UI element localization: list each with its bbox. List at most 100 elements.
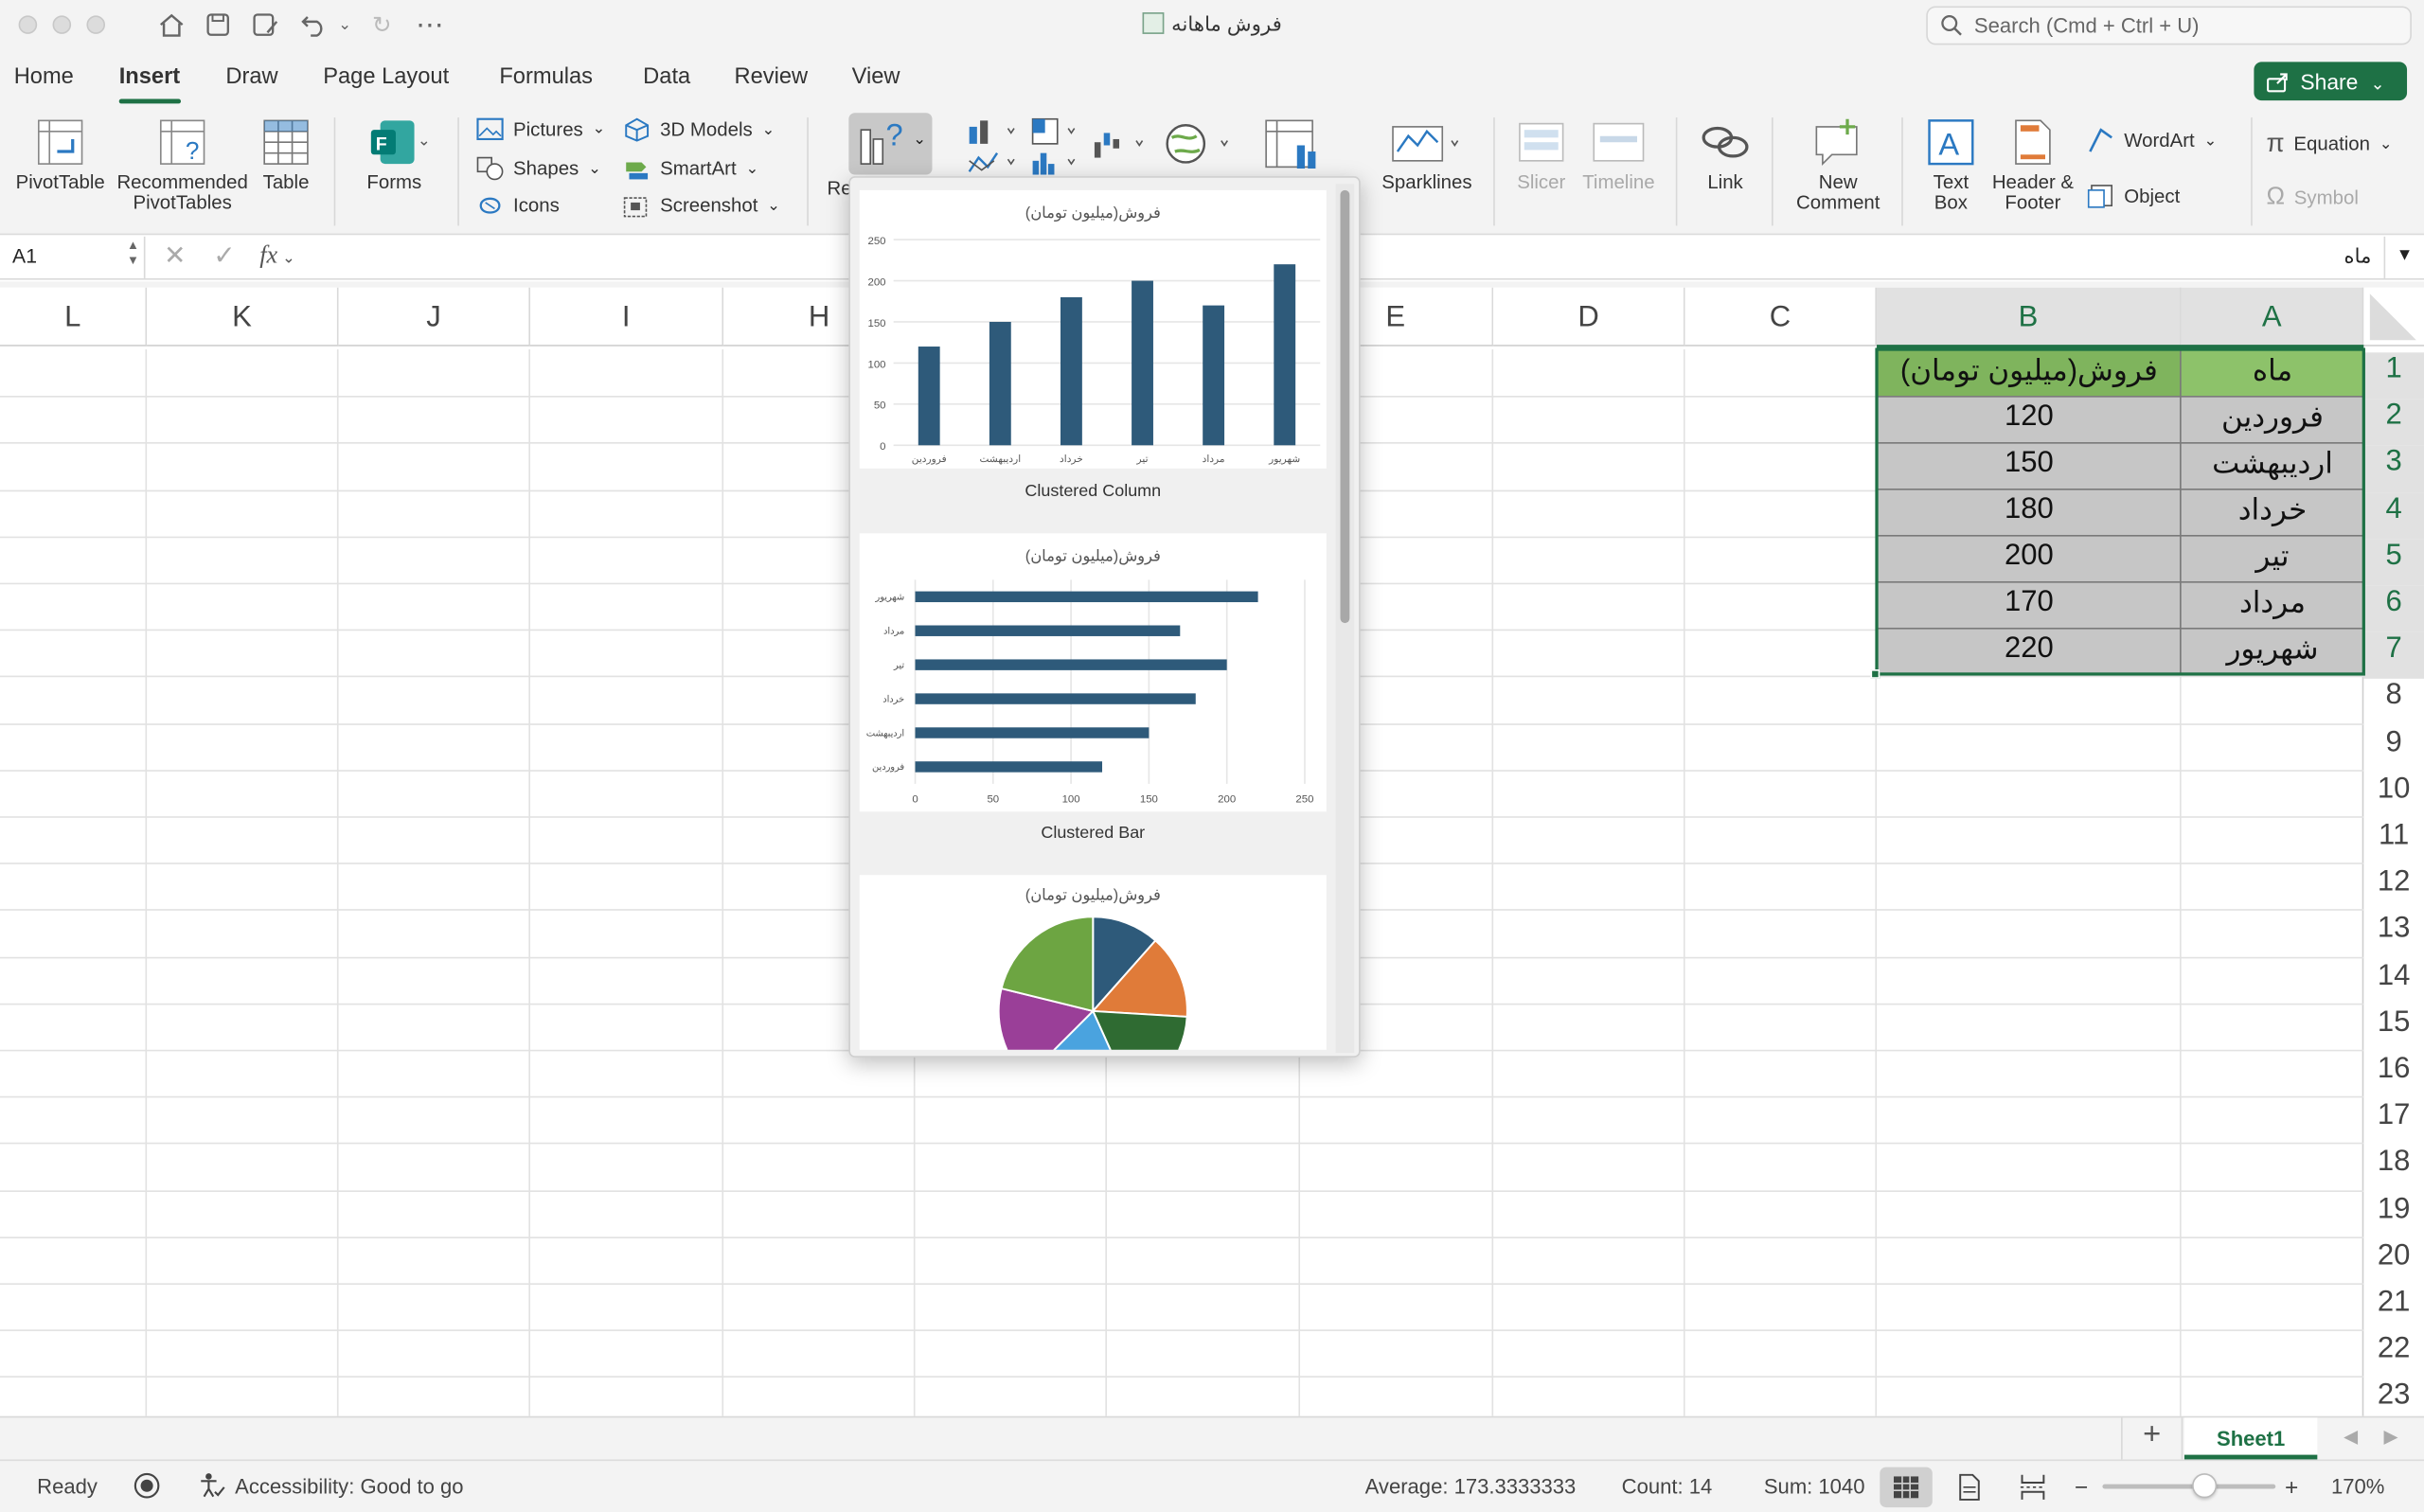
new-comment-button[interactable]: New Comment <box>1791 117 1886 213</box>
zoom-out-button[interactable]: − <box>2075 1475 2088 1502</box>
tab-home[interactable]: Home <box>14 65 74 90</box>
zoom-slider-track[interactable] <box>2102 1484 2276 1489</box>
clustered-bar-chart: فروش(میلیون تومان) 0 50 100 150 200 250 فروردین… <box>866 548 1314 806</box>
gallery-scrollbar[interactable] <box>1335 184 1355 1054</box>
sheet-tab-sheet1[interactable]: Sheet1 <box>2183 1417 2318 1460</box>
forms-button[interactable]: F Forms <box>352 117 436 193</box>
share-button[interactable]: Share ⌄ <box>2254 62 2408 101</box>
enter-icon[interactable]: ✓ <box>213 241 235 273</box>
column-header-c[interactable]: C <box>1684 287 1878 347</box>
pictures-button[interactable]: Pictures ⌄ <box>476 117 605 141</box>
tab-data[interactable]: Data <box>643 65 690 90</box>
row-header-8[interactable]: 8 <box>2363 679 2424 725</box>
object-button[interactable]: Object <box>2087 184 2180 208</box>
name-box[interactable]: A1 ▲ ▼ <box>0 236 146 278</box>
pivotchart-button[interactable] <box>1263 117 1322 181</box>
row-header-6[interactable]: 6 <box>2363 585 2424 633</box>
scroll-left-icon[interactable]: ◀ <box>2344 1426 2358 1448</box>
accessibility-status[interactable]: Accessibility: Good to go <box>235 1475 463 1498</box>
y-tick-label: 50 <box>874 400 886 412</box>
normal-view-button[interactable] <box>1880 1467 1933 1508</box>
add-sheet-button[interactable]: + <box>2120 1417 2183 1460</box>
bar <box>915 761 1103 773</box>
tab-insert[interactable]: Insert <box>118 65 180 104</box>
row-header-19[interactable]: 19 <box>2363 1193 2424 1239</box>
recommended-pivottables-button[interactable]: ? Recommended PivotTables <box>115 117 251 213</box>
forms-dropdown-chevron-icon[interactable]: ⌄ <box>418 133 431 150</box>
cancel-icon[interactable]: ✕ <box>164 241 186 273</box>
gallery-scrollbar-thumb[interactable] <box>1340 189 1350 624</box>
recommended-charts-button[interactable]: ? ⌄ <box>848 113 933 175</box>
column-header-l[interactable]: L <box>0 287 148 347</box>
share-label: Share <box>2300 69 2359 95</box>
column-header-k[interactable]: K <box>147 287 339 347</box>
name-box-stepper-icon[interactable]: ▲ ▼ <box>127 238 139 269</box>
screenshot-button[interactable]: Screenshot ⌄ <box>623 193 780 218</box>
pivottable-label: PivotTable <box>15 171 105 194</box>
text-box-button[interactable]: A Text Box <box>1920 117 1982 213</box>
maps-chart-button[interactable] <box>1163 120 1237 174</box>
pivottable-button[interactable]: PivotTable <box>12 117 108 193</box>
row-header-14[interactable]: 14 <box>2363 959 2424 1005</box>
row-header-9[interactable]: 9 <box>2363 726 2424 773</box>
zoom-in-button[interactable]: + <box>2285 1475 2298 1502</box>
clustered-bar-thumbnail[interactable]: فروش(میلیون تومان) 0 50 100 150 200 250 فروردین… <box>859 533 1327 812</box>
row-header-22[interactable]: 22 <box>2363 1333 2424 1379</box>
accessibility-icon[interactable] <box>198 1472 225 1504</box>
column-header-j[interactable]: J <box>338 287 530 347</box>
row-header-3[interactable]: 3 <box>2363 445 2424 493</box>
row-header-2[interactable]: 2 <box>2363 399 2424 446</box>
tab-formulas[interactable]: Formulas <box>499 65 593 90</box>
icons-button[interactable]: Icons <box>476 193 560 218</box>
row-header-17[interactable]: 17 <box>2363 1099 2424 1146</box>
pie-chart-thumbnail[interactable]: فروش(میلیون تومان) <box>859 875 1327 1057</box>
macro-record-icon[interactable] <box>133 1472 160 1504</box>
insert-function-icon[interactable]: fx ⌄ <box>259 242 294 270</box>
row-header-7[interactable]: 7 <box>2363 632 2424 680</box>
row-header-16[interactable]: 16 <box>2363 1053 2424 1099</box>
waterfall-chart-button[interactable] <box>1092 127 1148 169</box>
share-chevron-icon: ⌄ <box>2370 76 2385 95</box>
shapes-button[interactable]: Shapes ⌄ <box>476 156 601 181</box>
tab-page-layout[interactable]: Page Layout <box>323 65 449 90</box>
wordart-button[interactable]: WordArt ⌄ <box>2087 128 2217 153</box>
search-box[interactable]: Search (Cmd + Ctrl + U) <box>1926 6 2412 45</box>
table-button[interactable]: Table <box>257 117 315 193</box>
tab-review[interactable]: Review <box>735 65 809 90</box>
sparklines-button[interactable]: Sparklines <box>1376 117 1478 193</box>
tab-draw[interactable]: Draw <box>225 65 277 90</box>
row-header-5[interactable]: 5 <box>2363 539 2424 586</box>
column-header-b[interactable]: B <box>1877 287 2182 347</box>
scroll-right-icon[interactable]: ▶ <box>2384 1426 2398 1448</box>
zoom-slider-thumb[interactable] <box>2192 1473 2218 1499</box>
row-header-1[interactable]: 1 <box>2363 352 2424 400</box>
formula-expand-chevron-icon[interactable]: ▼ <box>2383 236 2424 278</box>
row-header-23[interactable]: 23 <box>2363 1379 2424 1416</box>
column-header-d[interactable]: D <box>1493 287 1685 347</box>
clustered-column-thumbnail[interactable]: فروش(میلیون تومان) 0 50 100 150 200 250 فروردین… <box>859 189 1327 469</box>
page-layout-view-icon[interactable] <box>1957 1473 1982 1505</box>
row-header-4[interactable]: 4 <box>2363 492 2424 540</box>
tab-view[interactable]: View <box>852 65 900 90</box>
page-break-view-icon[interactable] <box>2019 1473 2046 1505</box>
select-all-corner[interactable] <box>2363 287 2424 347</box>
zoom-level[interactable]: 170% <box>2331 1475 2384 1498</box>
column-header-a[interactable]: A <box>2181 287 2364 347</box>
column-header-i[interactable]: I <box>529 287 724 347</box>
3d-models-button[interactable]: 3D Models ⌄ <box>623 117 775 142</box>
row-header-20[interactable]: 20 <box>2363 1239 2424 1286</box>
x-tick-label: خرداد <box>1060 454 1083 465</box>
row-header-18[interactable]: 18 <box>2363 1147 2424 1193</box>
row-header-15[interactable]: 15 <box>2363 1006 2424 1053</box>
row-header-10[interactable]: 10 <box>2363 773 2424 819</box>
equation-button[interactable]: π Equation ⌄ <box>2266 129 2392 160</box>
row-header-12[interactable]: 12 <box>2363 866 2424 913</box>
smartart-button[interactable]: SmartArt ⌄ <box>623 156 758 181</box>
fill-handle[interactable] <box>1870 669 1880 679</box>
link-button[interactable]: Link <box>1694 117 1756 193</box>
row-header-11[interactable]: 11 <box>2363 819 2424 865</box>
header-footer-button[interactable]: Header & Footer <box>1988 117 2078 213</box>
equation-chevron-icon: ⌄ <box>2379 134 2393 152</box>
row-header-21[interactable]: 21 <box>2363 1287 2424 1333</box>
row-header-13[interactable]: 13 <box>2363 913 2424 959</box>
